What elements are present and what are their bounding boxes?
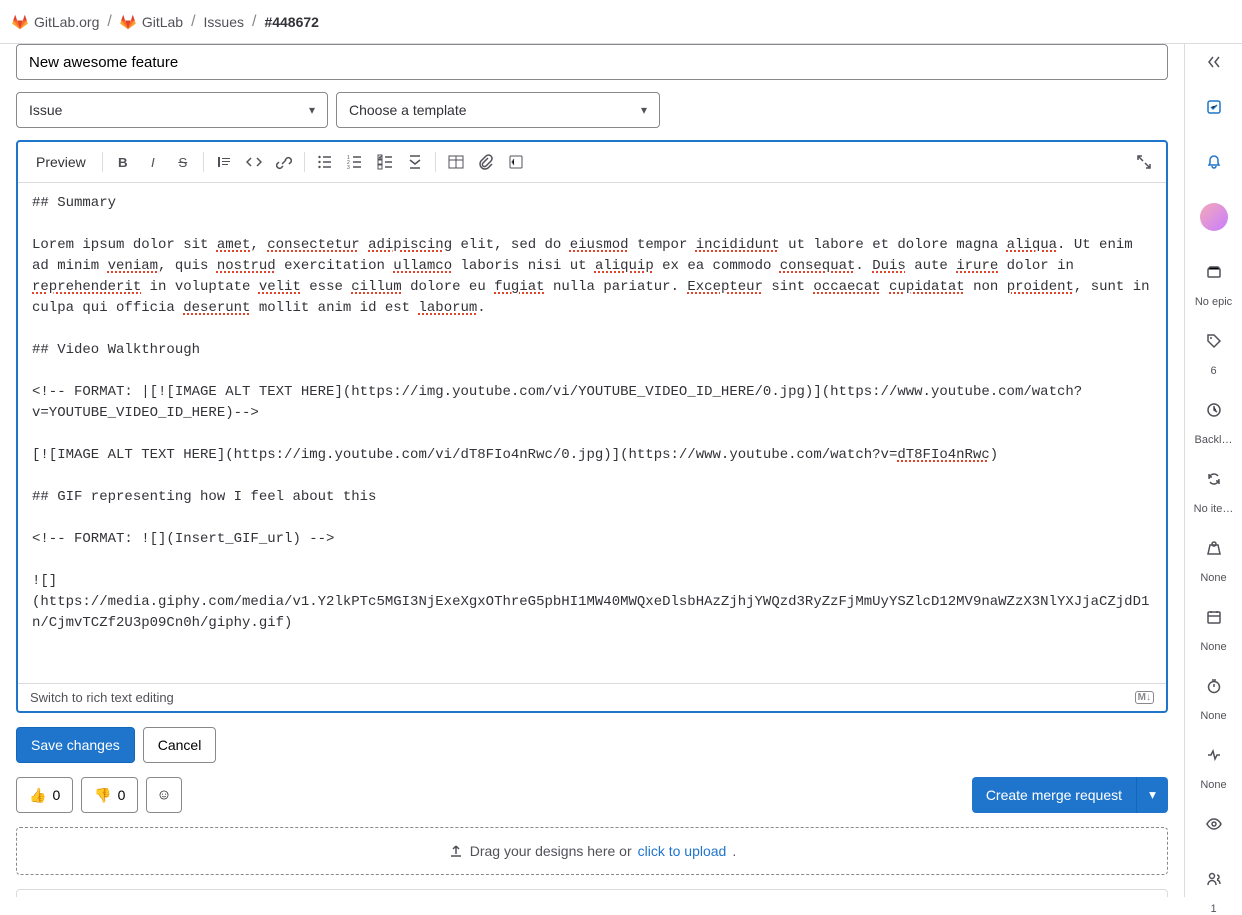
sidebar-assignee-button[interactable] xyxy=(1191,194,1236,239)
toolbar-separator xyxy=(435,152,436,172)
strikethrough-button[interactable]: S xyxy=(169,148,197,176)
clock-icon xyxy=(1206,402,1222,418)
toolbar-separator xyxy=(304,152,305,172)
sidebar: No epic 6 Backl… No ite… None None None … xyxy=(1184,44,1242,897)
breadcrumb-separator: / xyxy=(252,13,256,31)
sidebar-milestone-button[interactable] xyxy=(1191,387,1236,432)
gitlab-icon xyxy=(12,14,28,30)
health-icon xyxy=(1206,747,1222,763)
sidebar-iteration-button[interactable] xyxy=(1191,456,1236,501)
gitlab-icon xyxy=(120,14,136,30)
eye-icon xyxy=(1206,816,1222,832)
smiley-icon xyxy=(159,787,169,803)
link-button[interactable] xyxy=(270,148,298,176)
chevron-down-icon: ▾ xyxy=(641,103,647,117)
click-to-upload-link[interactable]: click to upload xyxy=(638,843,727,859)
bullet-list-button[interactable] xyxy=(311,148,339,176)
sidebar-due-date-button[interactable] xyxy=(1191,594,1236,639)
quick-action-button[interactable] xyxy=(502,148,530,176)
thumbs-up-button[interactable]: 👍 0 xyxy=(16,777,73,813)
description-editor: Preview B I S 123 # xyxy=(16,140,1168,713)
toolbar-separator xyxy=(203,152,204,172)
sidebar-notifications-button[interactable] xyxy=(1191,139,1236,184)
preview-button[interactable]: Preview xyxy=(26,148,96,176)
sidebar-labels-button[interactable] xyxy=(1191,318,1236,363)
breadcrumb: GitLab.org / GitLab / Issues / #448672 xyxy=(0,0,1242,44)
sidebar-confidential-button[interactable] xyxy=(1191,801,1236,846)
switch-rich-text-link[interactable]: Switch to rich text editing xyxy=(30,690,174,705)
todo-icon xyxy=(1206,99,1222,115)
issue-title-input[interactable] xyxy=(16,44,1168,80)
dropzone-text: Drag your designs here or xyxy=(470,843,632,859)
code-button[interactable] xyxy=(240,148,268,176)
save-button[interactable]: Save changes xyxy=(16,727,135,763)
italic-button[interactable]: I xyxy=(139,148,167,176)
sidebar-weight-button[interactable] xyxy=(1191,525,1236,570)
upload-icon xyxy=(448,843,464,859)
chevron-left-icon xyxy=(1206,54,1222,70)
description-textarea[interactable]: ## SummaryLorem ipsum dolor sit amet, co… xyxy=(18,183,1166,683)
design-dropzone[interactable]: Drag your designs here or click to uploa… xyxy=(16,827,1168,875)
chevron-down-icon: ▾ xyxy=(309,103,315,117)
breadcrumb-section[interactable]: Issues xyxy=(204,14,244,30)
breadcrumb-org[interactable]: GitLab.org xyxy=(12,14,99,30)
quote-button[interactable] xyxy=(210,148,238,176)
thumbs-down-button[interactable]: 👎 0 xyxy=(81,777,138,813)
calendar-icon xyxy=(1206,609,1222,625)
fullscreen-button[interactable] xyxy=(1130,148,1158,176)
create-mr-dropdown-button[interactable]: ▾ xyxy=(1136,777,1168,813)
epic-icon xyxy=(1206,264,1222,280)
bell-icon xyxy=(1206,154,1222,170)
bold-button[interactable]: B xyxy=(109,148,137,176)
markdown-icon[interactable]: M↓ xyxy=(1135,691,1154,704)
add-reaction-button[interactable] xyxy=(146,777,182,813)
sidebar-epic-button[interactable] xyxy=(1191,249,1236,294)
cancel-button[interactable]: Cancel xyxy=(143,727,217,763)
breadcrumb-separator: / xyxy=(107,13,111,31)
issue-type-select[interactable]: Issue ▾ xyxy=(16,92,328,128)
sidebar-time-tracking-button[interactable] xyxy=(1191,663,1236,708)
sidebar-participants-button[interactable] xyxy=(1191,856,1236,901)
attachment-button[interactable] xyxy=(472,148,500,176)
breadcrumb-project[interactable]: GitLab xyxy=(120,14,183,30)
iteration-icon xyxy=(1206,471,1222,487)
breadcrumb-separator: / xyxy=(191,13,195,31)
sidebar-collapse-button[interactable] xyxy=(1198,54,1230,70)
create-merge-request-button[interactable]: Create merge request xyxy=(972,777,1136,813)
breadcrumb-issue-id[interactable]: #448672 xyxy=(264,14,319,30)
numbered-list-button[interactable]: 123 xyxy=(341,148,369,176)
collapse-button[interactable] xyxy=(401,148,429,176)
weight-icon xyxy=(1206,540,1222,556)
table-button[interactable] xyxy=(442,148,470,176)
svg-text:3: 3 xyxy=(347,165,350,170)
template-select[interactable]: Choose a template ▾ xyxy=(336,92,660,128)
toolbar-separator xyxy=(102,152,103,172)
sidebar-todo-button[interactable] xyxy=(1191,84,1236,129)
avatar xyxy=(1200,203,1228,231)
users-icon xyxy=(1206,871,1222,887)
timer-icon xyxy=(1206,678,1222,694)
label-icon xyxy=(1206,333,1222,349)
task-list-button[interactable] xyxy=(371,148,399,176)
child-items-section: Child items 0 Show labels Add ▾ xyxy=(16,889,1168,897)
sidebar-health-button[interactable] xyxy=(1191,732,1236,777)
